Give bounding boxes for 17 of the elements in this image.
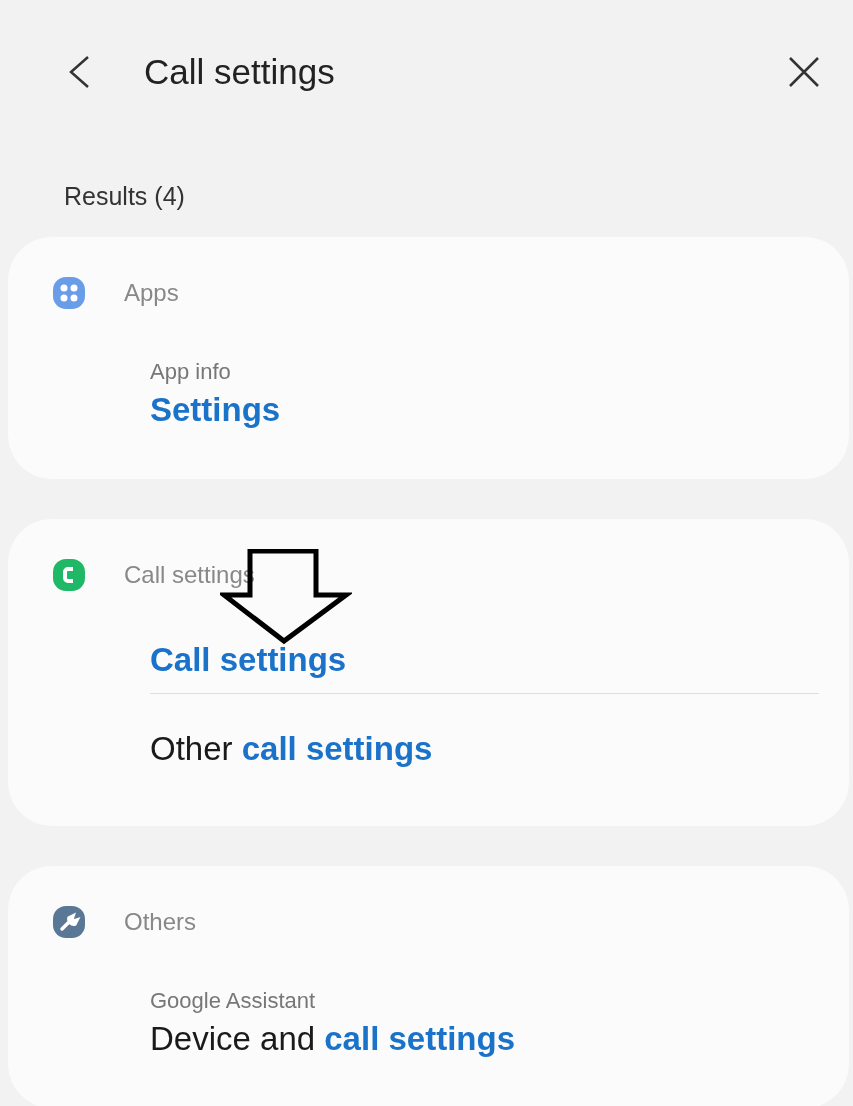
result-item[interactable]: Other call settings <box>150 693 819 790</box>
result-title: Other call settings <box>150 730 434 768</box>
result-title: Device and call settings <box>150 1020 516 1058</box>
group-name: Apps <box>124 279 179 307</box>
result-title: Settings <box>150 391 282 429</box>
result-subtitle: App info <box>150 359 232 385</box>
result-item[interactable]: App info Settings <box>150 309 819 443</box>
page-title: Call settings <box>144 52 336 92</box>
phone-app-icon <box>52 559 86 591</box>
result-title: Call settings <box>150 641 348 679</box>
result-item[interactable]: Call settings <box>150 591 819 693</box>
results-count: Results (4) <box>63 181 186 212</box>
group-name: Others <box>124 908 197 936</box>
apps-icon <box>52 277 86 309</box>
result-subtitle: Google Assistant <box>150 988 317 1014</box>
result-item[interactable]: Google Assistant Device and call settings <box>150 938 819 1072</box>
wrench-icon <box>52 906 86 938</box>
